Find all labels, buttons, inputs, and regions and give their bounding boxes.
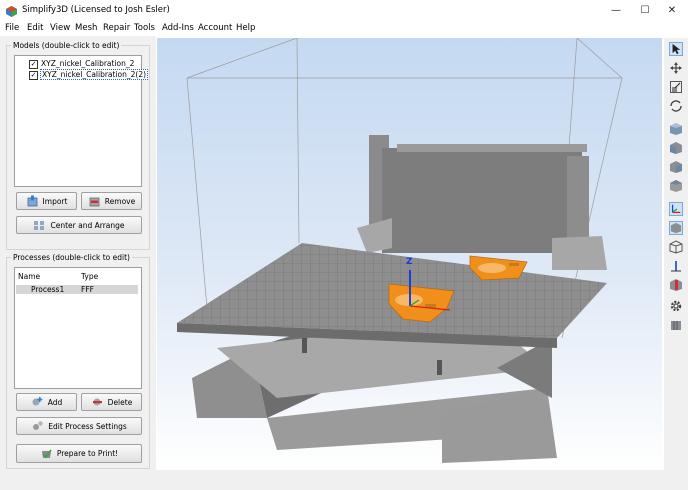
title-bar: Simplify3D (Licensed to Josh Esler) — ☐ … bbox=[0, 0, 688, 22]
remove-button[interactable]: Remove bbox=[81, 192, 142, 210]
edit-process-settings-button[interactable]: Edit Process Settings bbox=[16, 417, 142, 435]
rotate-icon[interactable] bbox=[669, 99, 683, 113]
remove-icon bbox=[89, 197, 100, 207]
remove-label: Remove bbox=[104, 196, 136, 206]
z-axis-label: Z bbox=[406, 257, 413, 267]
menu-bar: File Edit View Mesh Repair Tools Add-Ins… bbox=[0, 22, 688, 36]
cross-section-icon[interactable] bbox=[669, 278, 683, 292]
model-item-label: XYZ_nickel_Calibration_2(2) bbox=[40, 69, 149, 80]
select-cursor-icon[interactable] bbox=[669, 42, 683, 56]
process-name: Process1 bbox=[31, 285, 65, 294]
front-view-icon[interactable] bbox=[669, 141, 683, 155]
left-view-icon[interactable] bbox=[669, 160, 683, 174]
iso-view-icon[interactable] bbox=[669, 122, 683, 136]
app-logo-icon bbox=[6, 6, 17, 17]
axes-toggle-icon[interactable] bbox=[669, 202, 683, 216]
3d-viewport[interactable]: Z bbox=[157, 38, 662, 470]
wireframe-view-icon[interactable] bbox=[669, 240, 683, 254]
printer-frame bbox=[357, 135, 607, 270]
maximize-button[interactable]: ☐ bbox=[633, 3, 657, 19]
scale-icon[interactable] bbox=[669, 80, 683, 94]
prepare-print-icon bbox=[41, 448, 52, 458]
center-arrange-label: Center and Arrange bbox=[50, 220, 125, 230]
process-type: FFF bbox=[81, 285, 94, 294]
menu-file[interactable]: File bbox=[5, 23, 19, 33]
import-icon bbox=[27, 195, 37, 207]
processes-group: Processes (double-click to edit) Name Ty… bbox=[6, 253, 150, 469]
column-header-type[interactable]: Type bbox=[81, 272, 98, 281]
view-toolbar bbox=[664, 38, 688, 470]
close-button[interactable]: ✕ bbox=[660, 3, 684, 19]
model-checkbox[interactable]: ✓ bbox=[29, 60, 38, 69]
center-and-arrange-button[interactable]: Center and Arrange bbox=[16, 216, 142, 234]
left-panel: Models (double-click to edit) ✓ XYZ_nick… bbox=[0, 36, 156, 470]
prepare-to-print-button[interactable]: Prepare to Print! bbox=[16, 444, 142, 463]
right-view-icon[interactable] bbox=[669, 179, 683, 193]
prepare-print-label: Prepare to Print! bbox=[56, 449, 119, 458]
menu-mesh[interactable]: Mesh bbox=[75, 23, 97, 33]
processes-list[interactable]: Name Type Process1 FFF bbox=[14, 267, 142, 389]
center-arrange-icon bbox=[34, 221, 45, 230]
delete-process-button[interactable]: Delete bbox=[81, 393, 142, 411]
processes-group-label: Processes (double-click to edit) bbox=[11, 253, 132, 262]
z-axis-icon[interactable] bbox=[669, 259, 683, 273]
window-title: Simplify3D (Licensed to Josh Esler) bbox=[22, 5, 170, 15]
menu-help[interactable]: Help bbox=[236, 23, 255, 33]
menu-edit[interactable]: Edit bbox=[27, 23, 43, 33]
column-header-name[interactable]: Name bbox=[18, 272, 40, 281]
menu-repair[interactable]: Repair bbox=[103, 23, 130, 33]
menu-account[interactable]: Account bbox=[198, 23, 232, 33]
scene-render: Z bbox=[157, 38, 662, 470]
models-group: Models (double-click to edit) ✓ XYZ_nick… bbox=[6, 41, 150, 250]
gears-icon bbox=[33, 421, 43, 430]
edit-process-label: Edit Process Settings bbox=[48, 421, 127, 431]
import-button[interactable]: Import bbox=[16, 192, 77, 210]
models-list[interactable]: ✓ XYZ_nickel_Calibration_2 ✓ XYZ_nickel_… bbox=[14, 55, 149, 187]
status-bar bbox=[0, 470, 688, 490]
move-icon[interactable] bbox=[669, 61, 683, 75]
model-checkbox[interactable]: ✓ bbox=[29, 71, 38, 80]
solid-view-icon[interactable] bbox=[669, 221, 683, 235]
menu-view[interactable]: View bbox=[50, 23, 70, 33]
model-item-label: XYZ_nickel_Calibration_2 bbox=[41, 59, 135, 68]
table-row[interactable]: Process1 FFF bbox=[16, 285, 138, 294]
menu-tools[interactable]: Tools bbox=[134, 23, 155, 33]
settings-gear-icon[interactable] bbox=[669, 299, 683, 313]
models-group-label: Models (double-click to edit) bbox=[11, 41, 122, 50]
add-process-icon bbox=[32, 397, 43, 406]
layers-icon[interactable] bbox=[669, 318, 683, 332]
import-label: Import bbox=[42, 196, 68, 206]
add-process-button[interactable]: Add bbox=[16, 393, 77, 411]
menu-add-ins[interactable]: Add-Ins bbox=[162, 23, 194, 33]
add-process-label: Add bbox=[47, 397, 63, 407]
delete-process-icon bbox=[92, 398, 102, 406]
delete-process-label: Delete bbox=[107, 397, 133, 407]
minimize-button[interactable]: — bbox=[604, 3, 628, 19]
